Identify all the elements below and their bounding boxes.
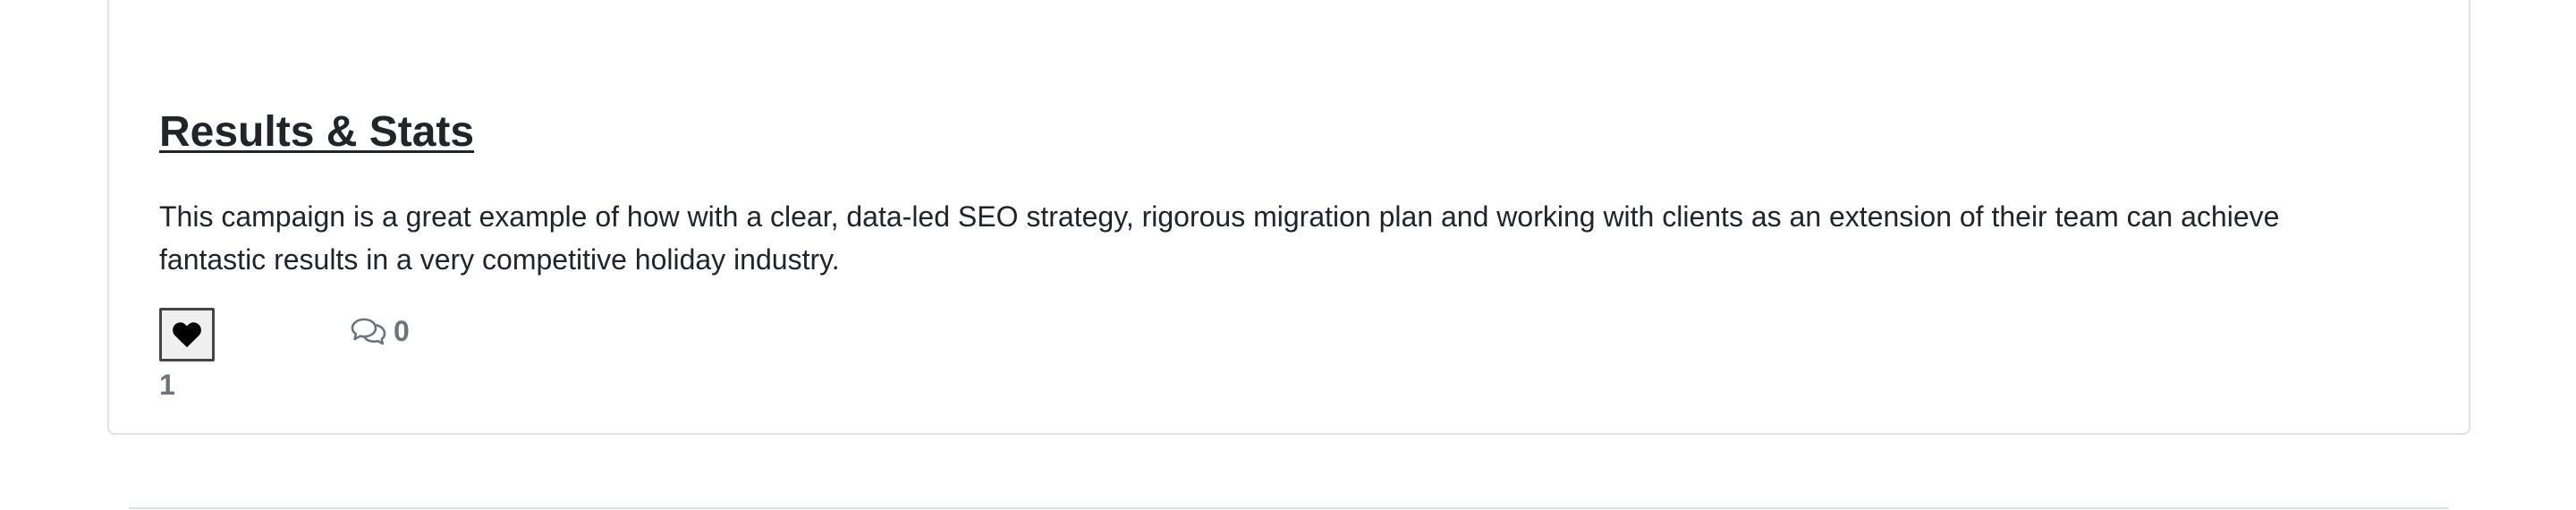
comments-link[interactable]: 0 xyxy=(351,313,410,349)
like-button[interactable] xyxy=(159,308,215,361)
page: Results & Stats This campaign is a great… xyxy=(0,0,2576,510)
heart-icon xyxy=(173,322,201,348)
like-count: 1 xyxy=(159,369,175,401)
comments-count: 0 xyxy=(394,315,410,347)
post-body: This campaign is a great example of how … xyxy=(159,200,2280,276)
section-divider xyxy=(129,507,2449,509)
comments-icon xyxy=(351,318,386,345)
post-title[interactable]: Results & Stats xyxy=(159,106,474,159)
